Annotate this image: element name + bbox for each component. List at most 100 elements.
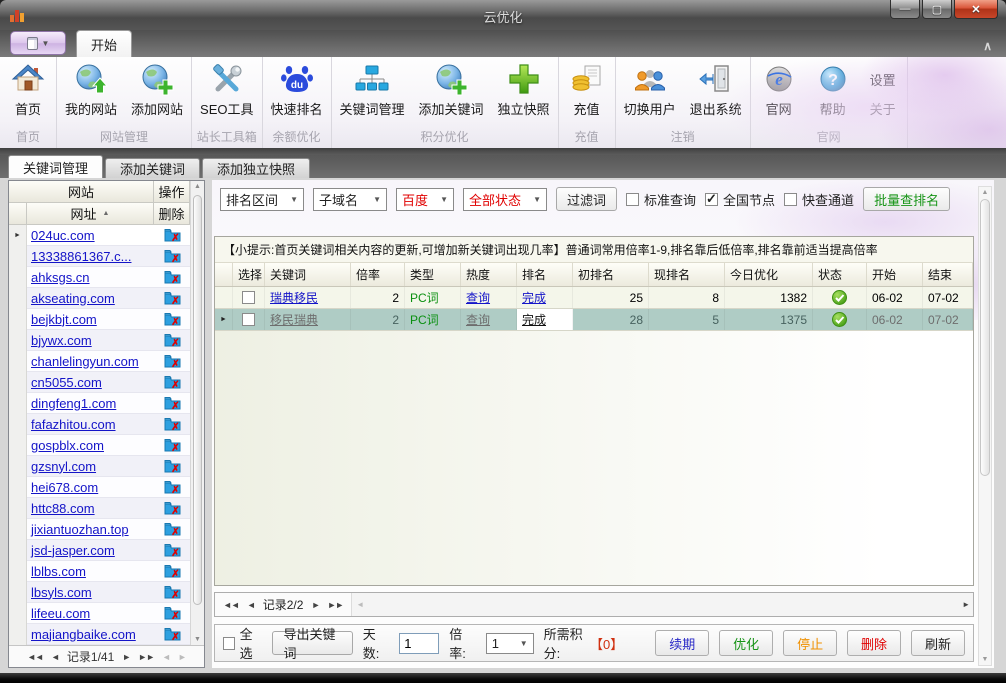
delete-site-button[interactable]: ✗ xyxy=(154,414,190,435)
col-keyword[interactable]: 关键词 xyxy=(265,263,351,286)
grid-row[interactable]: 瑞典移民 2 PC词 查询 完成 25 8 1382 06-02 07-02 xyxy=(215,287,973,309)
sidebar-column-url[interactable]: 网址▲ xyxy=(27,203,154,225)
site-link[interactable]: dingfeng1.com xyxy=(31,396,116,411)
delete-button[interactable]: 删除 xyxy=(847,630,901,656)
site-link[interactable]: akseating.com xyxy=(31,291,115,306)
site-link[interactable]: jsd-jasper.com xyxy=(31,543,115,558)
select-all-checkbox[interactable]: 全选 xyxy=(223,624,262,662)
delete-site-button[interactable]: ✗ xyxy=(154,372,190,393)
tab-keyword-manage[interactable]: 关键词管理 xyxy=(8,155,103,178)
checkbox-icon[interactable] xyxy=(705,193,718,206)
maximize-button[interactable]: ▢ xyxy=(922,0,952,19)
site-row[interactable]: bjywx.com ✗ xyxy=(9,330,190,351)
site-link[interactable]: cn5055.com xyxy=(31,375,102,390)
site-link[interactable]: chanlelingyun.com xyxy=(31,354,139,369)
col-start[interactable]: 开始 xyxy=(867,263,923,286)
keyword-manage-button[interactable]: 关键词管理 xyxy=(333,59,412,128)
scrollbar-thumb[interactable] xyxy=(193,195,202,605)
official-site-button[interactable]: e 官网 xyxy=(752,59,806,128)
quick-check-checkbox[interactable]: 快查通道 xyxy=(784,190,854,209)
delete-site-button[interactable]: ✗ xyxy=(154,288,190,309)
nav-last-icon[interactable]: ►► xyxy=(327,600,343,610)
site-row[interactable]: 13338861367.c... ✗ xyxy=(9,246,190,267)
minimize-button[interactable]: — xyxy=(890,0,920,19)
delete-site-button[interactable]: ✗ xyxy=(154,582,190,603)
delete-site-button[interactable]: ✗ xyxy=(154,309,190,330)
site-row[interactable]: lblbs.com ✗ xyxy=(9,561,190,582)
delete-site-button[interactable]: ✗ xyxy=(154,393,190,414)
switch-user-button[interactable]: 切换用户 xyxy=(617,59,683,128)
site-row[interactable]: akseating.com ✗ xyxy=(9,288,190,309)
national-node-checkbox[interactable]: 全国节点 xyxy=(705,190,775,209)
home-button[interactable]: 首页 xyxy=(1,59,55,128)
cell-heat[interactable]: 查询 xyxy=(466,289,490,306)
site-link[interactable]: jixiantuozhan.top xyxy=(31,522,129,537)
delete-site-button[interactable]: ✗ xyxy=(154,477,190,498)
site-row[interactable]: jsd-jasper.com ✗ xyxy=(9,540,190,561)
col-heat[interactable]: 热度 xyxy=(461,263,517,286)
ribbon-collapse-icon[interactable]: ∧ xyxy=(983,39,992,53)
app-menu-button[interactable]: ▼ xyxy=(10,31,66,55)
scroll-up-icon[interactable]: ▲ xyxy=(979,189,991,196)
checkbox-icon[interactable] xyxy=(242,313,255,326)
site-row[interactable]: hei678.com ✗ xyxy=(9,477,190,498)
nav-first-icon[interactable]: ◄◄ xyxy=(223,600,239,610)
site-row[interactable]: majiangbaike.com ✗ xyxy=(9,624,190,645)
status-select[interactable]: 全部状态 ▼ xyxy=(463,188,547,211)
subdomain-select[interactable]: 子域名 ▼ xyxy=(313,188,387,211)
delete-site-button[interactable]: ✗ xyxy=(154,225,190,246)
site-link[interactable]: lblbs.com xyxy=(31,564,86,579)
delete-site-button[interactable]: ✗ xyxy=(154,456,190,477)
nav-next-icon[interactable]: ► xyxy=(311,600,319,610)
site-link[interactable]: 13338861367.c... xyxy=(31,249,131,264)
grid-row[interactable]: ► 移民瑞典 2 PC词 查询 完成 28 5 1375 06-02 07-02 xyxy=(215,309,973,331)
add-keyword-button[interactable]: 添加关键词 xyxy=(412,59,491,128)
site-row[interactable]: jixiantuozhan.top ✗ xyxy=(9,519,190,540)
site-link[interactable]: 024uc.com xyxy=(31,228,95,243)
site-row[interactable]: bejkbjt.com ✗ xyxy=(9,309,190,330)
search-engine-select[interactable]: 百度 ▼ xyxy=(396,188,454,211)
nav-last-icon[interactable]: ►► xyxy=(138,652,154,662)
renew-button[interactable]: 续期 xyxy=(655,630,709,656)
site-row[interactable]: gzsnyl.com ✗ xyxy=(9,456,190,477)
site-link[interactable]: bjywx.com xyxy=(31,333,92,348)
site-row[interactable]: lifeeu.com ✗ xyxy=(9,603,190,624)
site-row[interactable]: gospblx.com ✗ xyxy=(9,435,190,456)
exit-system-button[interactable]: 退出系统 xyxy=(683,59,749,128)
rate-select[interactable]: 1 ▼ xyxy=(486,633,534,654)
cell-heat[interactable]: 查询 xyxy=(466,311,490,328)
site-row[interactable]: fafazhitou.com ✗ xyxy=(9,414,190,435)
seo-tools-button[interactable]: SEO工具 xyxy=(193,59,260,128)
about-button[interactable]: 关于 xyxy=(870,99,896,118)
help-button[interactable]: ? 帮助 xyxy=(806,59,860,128)
add-website-button[interactable]: 添加网站 xyxy=(124,59,190,128)
site-link[interactable]: gospblx.com xyxy=(31,438,104,453)
nav-prev-icon[interactable]: ◄ xyxy=(51,652,59,662)
site-row[interactable]: ► 024uc.com ✗ xyxy=(9,225,190,246)
cell-keyword[interactable]: 移民瑞典 xyxy=(270,311,318,328)
col-end[interactable]: 结束 xyxy=(923,263,973,286)
batch-rank-check-button[interactable]: 批量查排名 xyxy=(863,187,950,211)
sidebar-header-website[interactable]: 网站 xyxy=(9,181,154,203)
site-row[interactable]: dingfeng1.com ✗ xyxy=(9,393,190,414)
checkbox-icon[interactable] xyxy=(626,193,639,206)
checkbox-icon[interactable] xyxy=(242,291,255,304)
horizontal-scrollbar[interactable]: ◄ ► xyxy=(352,593,973,616)
stop-button[interactable]: 停止 xyxy=(783,630,837,656)
row-select-cell[interactable] xyxy=(233,287,265,308)
cell-rank[interactable]: 完成 xyxy=(522,311,546,328)
site-link[interactable]: httc88.com xyxy=(31,501,95,516)
site-link[interactable]: gzsnyl.com xyxy=(31,459,96,474)
refresh-button[interactable]: 刷新 xyxy=(911,630,965,656)
delete-site-button[interactable]: ✗ xyxy=(154,267,190,288)
row-select-cell[interactable] xyxy=(233,309,265,330)
close-button[interactable]: ✕ xyxy=(954,0,998,19)
standard-query-checkbox[interactable]: 标准查询 xyxy=(626,190,696,209)
cell-keyword[interactable]: 瑞典移民 xyxy=(270,289,318,306)
checkbox-icon[interactable] xyxy=(223,637,235,650)
delete-site-button[interactable]: ✗ xyxy=(154,330,190,351)
scroll-down-icon[interactable]: ▼ xyxy=(191,636,204,643)
scroll-left-icon[interactable]: ◄ xyxy=(356,600,363,609)
tab-add-snapshot[interactable]: 添加独立快照 xyxy=(202,158,310,178)
scroll-right-icon[interactable]: ► xyxy=(962,600,969,609)
